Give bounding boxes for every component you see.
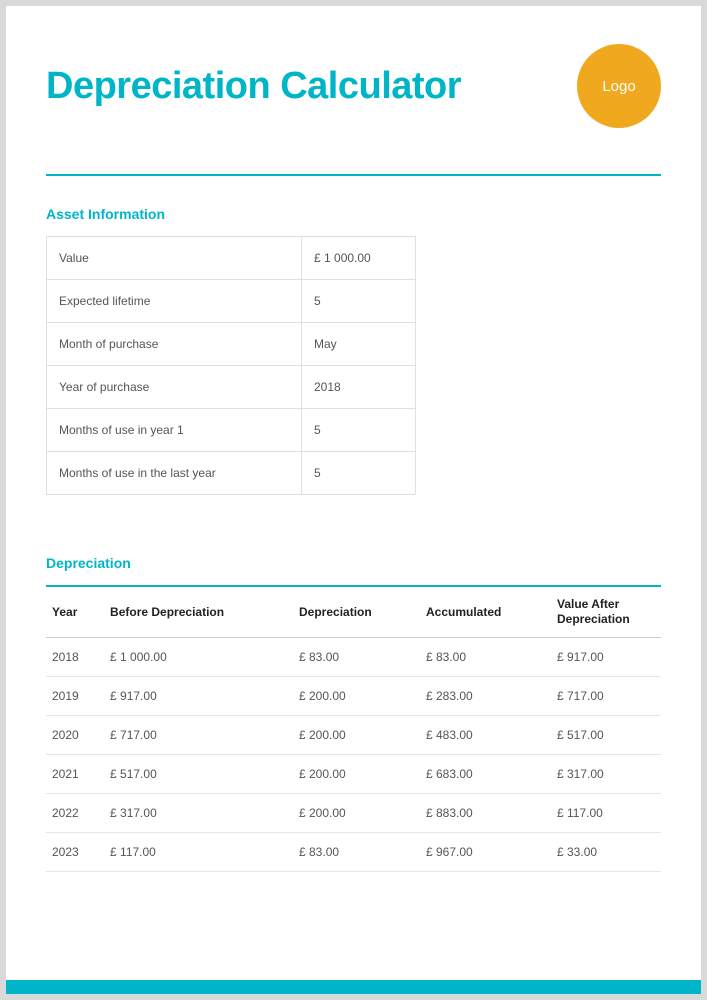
cell-before: £ 117.00 — [104, 833, 293, 872]
cell-before: £ 917.00 — [104, 677, 293, 716]
cell-before: £ 1 000.00 — [104, 638, 293, 677]
depreciation-heading: Depreciation — [46, 555, 661, 571]
asset-info-table: Value £ 1 000.00 Expected lifetime 5 Mon… — [46, 236, 416, 495]
cell-year: 2023 — [46, 833, 104, 872]
cell-dep: £ 83.00 — [293, 833, 420, 872]
col-acc: Accumulated — [420, 586, 551, 638]
cell-dep: £ 83.00 — [293, 638, 420, 677]
table-row: Value £ 1 000.00 — [47, 237, 416, 280]
cell-after: £ 117.00 — [551, 794, 661, 833]
table-row: 2023 £ 117.00 £ 83.00 £ 967.00 £ 33.00 — [46, 833, 661, 872]
table-row: 2020 £ 717.00 £ 200.00 £ 483.00 £ 517.00 — [46, 716, 661, 755]
asset-label: Months of use in year 1 — [47, 409, 302, 452]
asset-value: May — [302, 323, 416, 366]
cell-acc: £ 683.00 — [420, 755, 551, 794]
table-row: Months of use in the last year 5 — [47, 452, 416, 495]
cell-before: £ 317.00 — [104, 794, 293, 833]
asset-label: Months of use in the last year — [47, 452, 302, 495]
col-after: Value After Depreciation — [551, 586, 661, 638]
cell-before: £ 517.00 — [104, 755, 293, 794]
cell-after: £ 517.00 — [551, 716, 661, 755]
cell-after: £ 717.00 — [551, 677, 661, 716]
table-row: 2021 £ 517.00 £ 200.00 £ 683.00 £ 317.00 — [46, 755, 661, 794]
cell-dep: £ 200.00 — [293, 716, 420, 755]
cell-dep: £ 200.00 — [293, 794, 420, 833]
cell-year: 2018 — [46, 638, 104, 677]
table-header-row: Year Before Depreciation Depreciation Ac… — [46, 586, 661, 638]
cell-dep: £ 200.00 — [293, 677, 420, 716]
asset-label: Month of purchase — [47, 323, 302, 366]
header: Depreciation Calculator Logo — [46, 44, 661, 128]
cell-acc: £ 83.00 — [420, 638, 551, 677]
cell-dep: £ 200.00 — [293, 755, 420, 794]
table-row: Month of purchase May — [47, 323, 416, 366]
cell-acc: £ 967.00 — [420, 833, 551, 872]
cell-after: £ 33.00 — [551, 833, 661, 872]
asset-value: 5 — [302, 452, 416, 495]
table-row: 2018 £ 1 000.00 £ 83.00 £ 83.00 £ 917.00 — [46, 638, 661, 677]
cell-acc: £ 883.00 — [420, 794, 551, 833]
asset-label: Expected lifetime — [47, 280, 302, 323]
table-row: Year of purchase 2018 — [47, 366, 416, 409]
cell-year: 2019 — [46, 677, 104, 716]
asset-info-heading: Asset Information — [46, 206, 661, 222]
cell-year: 2022 — [46, 794, 104, 833]
asset-label: Value — [47, 237, 302, 280]
table-row: Months of use in year 1 5 — [47, 409, 416, 452]
col-before: Before Depreciation — [104, 586, 293, 638]
col-year: Year — [46, 586, 104, 638]
cell-year: 2020 — [46, 716, 104, 755]
depreciation-table: Year Before Depreciation Depreciation Ac… — [46, 585, 661, 872]
footer-bar — [6, 980, 701, 994]
cell-year: 2021 — [46, 755, 104, 794]
cell-acc: £ 283.00 — [420, 677, 551, 716]
cell-after: £ 917.00 — [551, 638, 661, 677]
cell-acc: £ 483.00 — [420, 716, 551, 755]
page-title: Depreciation Calculator — [46, 65, 461, 108]
table-row: 2019 £ 917.00 £ 200.00 £ 283.00 £ 717.00 — [46, 677, 661, 716]
asset-label: Year of purchase — [47, 366, 302, 409]
table-row: 2022 £ 317.00 £ 200.00 £ 883.00 £ 117.00 — [46, 794, 661, 833]
asset-value: 5 — [302, 409, 416, 452]
document-page: Depreciation Calculator Logo Asset Infor… — [6, 6, 701, 994]
col-dep: Depreciation — [293, 586, 420, 638]
logo-text: Logo — [602, 78, 635, 95]
cell-before: £ 717.00 — [104, 716, 293, 755]
divider — [46, 174, 661, 176]
cell-after: £ 317.00 — [551, 755, 661, 794]
logo-badge: Logo — [577, 44, 661, 128]
asset-value: £ 1 000.00 — [302, 237, 416, 280]
asset-value: 2018 — [302, 366, 416, 409]
table-row: Expected lifetime 5 — [47, 280, 416, 323]
asset-value: 5 — [302, 280, 416, 323]
